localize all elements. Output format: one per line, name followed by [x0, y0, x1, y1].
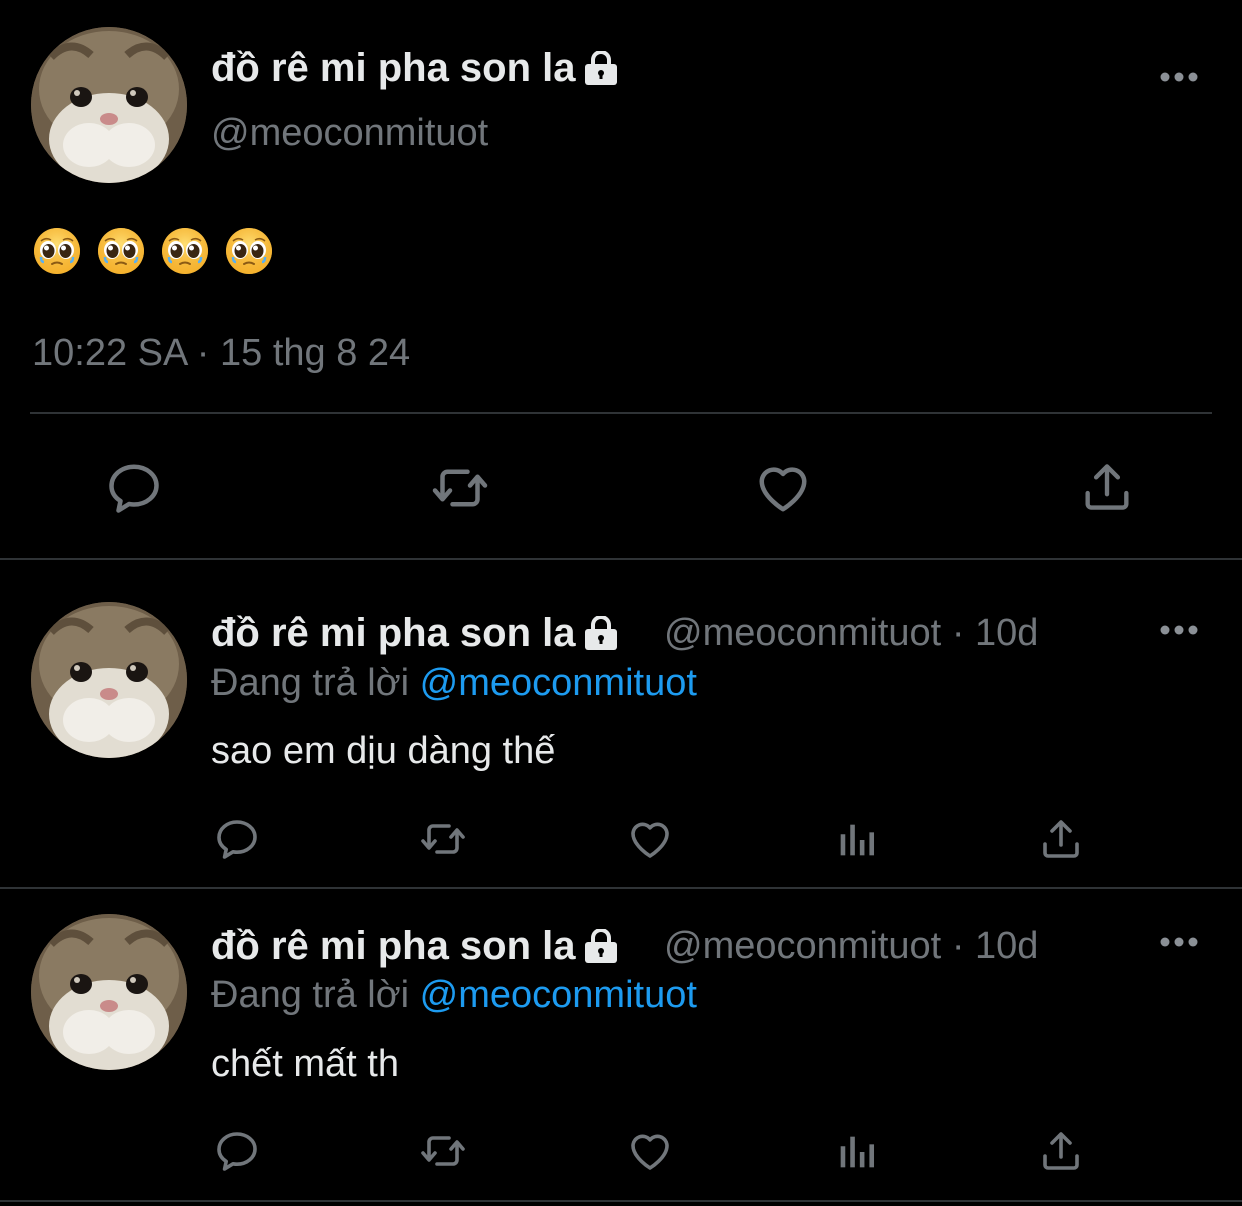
reply-meta: @meoconmituot · 10d: [664, 927, 1038, 965]
replying-to-line: Đang trả lời @meoconmituot: [211, 976, 697, 1014]
replying-to-prefix: Đang trả lời: [211, 974, 410, 1016]
tweet-timestamp[interactable]: 10:22 SA · 15 thg 8 24: [32, 334, 410, 372]
reply-age[interactable]: 10d: [975, 925, 1038, 967]
display-name[interactable]: đồ rê mi pha son la: [211, 924, 576, 968]
analytics-bars-icon: [833, 1129, 879, 1175]
divider: [0, 887, 1242, 889]
like-button[interactable]: [752, 458, 814, 518]
pleading-face-emoji: [96, 226, 146, 276]
pleading-face-emoji: [224, 226, 274, 276]
share-button[interactable]: [1037, 815, 1085, 863]
lock-icon: [582, 616, 620, 650]
share-upload-icon: [1037, 1127, 1085, 1175]
mention-link[interactable]: @meoconmituot: [420, 662, 697, 704]
retweet-button[interactable]: [427, 458, 493, 518]
share-upload-icon: [1078, 458, 1136, 516]
meta-separator: ·: [951, 925, 965, 967]
user-handle[interactable]: @meoconmituot: [664, 925, 941, 967]
reply-meta: @meoconmituot · 10d: [664, 614, 1038, 652]
cat-avatar-image: [31, 914, 187, 1070]
like-button[interactable]: [625, 1127, 675, 1175]
retweet-icon: [427, 458, 493, 518]
share-button[interactable]: [1078, 458, 1136, 516]
replying-to-line: Đang trả lời @meoconmituot: [211, 664, 697, 702]
lock-icon: [582, 51, 620, 85]
share-upload-icon: [1037, 815, 1085, 863]
reply-header: đồ rê mi pha son la: [211, 613, 620, 653]
views-button[interactable]: [833, 1129, 879, 1175]
reply-bubble-icon: [213, 1127, 261, 1175]
reply-button[interactable]: [104, 458, 164, 518]
user-handle[interactable]: @meoconmituot: [664, 612, 941, 654]
cat-avatar-image: [31, 27, 187, 183]
mention-link[interactable]: @meoconmituot: [420, 974, 697, 1016]
display-name[interactable]: đồ rê mi pha son la: [211, 611, 576, 655]
share-button[interactable]: [1037, 1127, 1085, 1175]
divider: [0, 1200, 1242, 1202]
heart-icon: [752, 458, 814, 518]
reply-bubble-icon: [213, 815, 261, 863]
pleading-face-emoji: [160, 226, 210, 276]
reply-text: sao em dịu dàng thế: [211, 730, 556, 772]
retweet-button[interactable]: [415, 1127, 471, 1175]
more-dots-icon[interactable]: [1159, 71, 1199, 83]
reply-age[interactable]: 10d: [975, 612, 1038, 654]
replying-to-prefix: Đang trả lời: [211, 662, 410, 704]
analytics-bars-icon: [833, 817, 879, 863]
reply-bubble-icon: [104, 458, 164, 518]
avatar[interactable]: [31, 602, 187, 758]
cat-avatar-image: [31, 602, 187, 758]
reply-header: đồ rê mi pha son la: [211, 926, 620, 966]
retweet-icon: [415, 815, 471, 863]
divider: [30, 412, 1212, 414]
meta-separator: ·: [951, 612, 965, 654]
like-button[interactable]: [625, 815, 675, 863]
reply-button[interactable]: [213, 1127, 261, 1175]
tweet-content: [32, 226, 274, 276]
retweet-icon: [415, 1127, 471, 1175]
display-name[interactable]: đồ rê mi pha son la: [211, 48, 620, 88]
lock-icon: [582, 929, 620, 963]
retweet-button[interactable]: [415, 815, 471, 863]
reply-text: chết mất th: [211, 1043, 399, 1085]
display-name-text: đồ rê mi pha son la: [211, 46, 576, 90]
more-dots-icon[interactable]: [1159, 624, 1199, 636]
more-dots-icon[interactable]: [1159, 936, 1199, 948]
heart-icon: [625, 815, 675, 863]
views-button[interactable]: [833, 817, 879, 863]
user-handle[interactable]: @meoconmituot: [211, 114, 488, 152]
pleading-face-emoji: [32, 226, 82, 276]
divider: [0, 558, 1242, 560]
reply-button[interactable]: [213, 815, 261, 863]
avatar[interactable]: [31, 914, 187, 1070]
avatar[interactable]: [31, 27, 187, 183]
heart-icon: [625, 1127, 675, 1175]
